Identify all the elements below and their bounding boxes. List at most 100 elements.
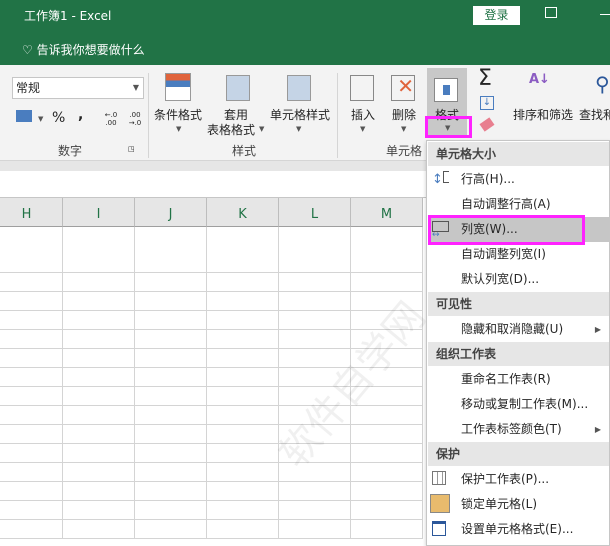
cell[interactable]: [279, 444, 351, 463]
cell[interactable]: [351, 349, 423, 368]
login-button[interactable]: 登录: [473, 6, 520, 25]
cell[interactable]: [0, 520, 63, 539]
cell[interactable]: [135, 368, 207, 387]
cell[interactable]: [351, 425, 423, 444]
cell[interactable]: [207, 330, 279, 349]
cell[interactable]: [63, 330, 135, 349]
cell[interactable]: [0, 406, 63, 425]
percent-button[interactable]: %: [52, 110, 65, 126]
menu-item[interactable]: 保护工作表(P)...: [428, 467, 609, 492]
cell[interactable]: [135, 227, 207, 273]
cell[interactable]: [63, 292, 135, 311]
cell[interactable]: [351, 368, 423, 387]
comma-button[interactable]: ,: [78, 107, 83, 123]
column-header-M[interactable]: M: [351, 198, 423, 227]
cell[interactable]: [279, 406, 351, 425]
cell-styles-button[interactable]: 单元格样式: [270, 106, 330, 123]
cell[interactable]: [63, 311, 135, 330]
find-select-button[interactable]: 查找和: [579, 106, 610, 123]
insert-button[interactable]: 插入: [351, 106, 375, 123]
cell[interactable]: [279, 292, 351, 311]
menu-item[interactable]: 自动调整列宽(I): [428, 242, 609, 267]
cell[interactable]: [279, 520, 351, 539]
currency-icon[interactable]: [16, 110, 32, 122]
cell[interactable]: [135, 501, 207, 520]
cell[interactable]: [63, 349, 135, 368]
minimize-icon[interactable]: [600, 14, 610, 15]
cell[interactable]: [135, 482, 207, 501]
cell[interactable]: [63, 482, 135, 501]
cell[interactable]: [207, 273, 279, 292]
cell[interactable]: [0, 368, 63, 387]
cell[interactable]: [0, 501, 63, 520]
cell[interactable]: [279, 501, 351, 520]
column-header-I[interactable]: I: [63, 198, 135, 227]
cell[interactable]: [135, 406, 207, 425]
cell[interactable]: [135, 311, 207, 330]
cell[interactable]: [0, 273, 63, 292]
cell[interactable]: [207, 387, 279, 406]
ribbon-display-icon[interactable]: [545, 7, 557, 18]
cell[interactable]: [207, 444, 279, 463]
cell[interactable]: [351, 387, 423, 406]
format-as-table-label[interactable]: 表格格式: [207, 121, 255, 138]
column-header-K[interactable]: K: [207, 198, 279, 227]
dialog-launcher-icon[interactable]: ◳: [128, 145, 136, 155]
cell[interactable]: [135, 330, 207, 349]
cell[interactable]: [207, 292, 279, 311]
cell[interactable]: [351, 463, 423, 482]
cell[interactable]: [279, 425, 351, 444]
cell[interactable]: [135, 349, 207, 368]
cell[interactable]: [0, 227, 63, 273]
cell[interactable]: [279, 311, 351, 330]
decrease-decimal-button[interactable]: .00 →.0: [127, 111, 143, 127]
menu-item[interactable]: 隐藏和取消隐藏(U) ▶: [428, 317, 609, 342]
cell[interactable]: [0, 387, 63, 406]
cell[interactable]: [63, 444, 135, 463]
cell[interactable]: [207, 463, 279, 482]
cell[interactable]: [63, 387, 135, 406]
cell[interactable]: [351, 330, 423, 349]
cell[interactable]: [135, 425, 207, 444]
chevron-down-icon[interactable]: ▼: [38, 115, 43, 123]
menu-item[interactable]: 默认列宽(D)...: [428, 267, 609, 292]
cell[interactable]: [135, 520, 207, 539]
cell[interactable]: [279, 482, 351, 501]
cell[interactable]: [279, 330, 351, 349]
cell[interactable]: [351, 482, 423, 501]
menu-item[interactable]: 行高(H)... ↕: [428, 167, 609, 192]
cell[interactable]: [351, 273, 423, 292]
cell[interactable]: [351, 292, 423, 311]
menu-item[interactable]: 重命名工作表(R): [428, 367, 609, 392]
cell[interactable]: [207, 349, 279, 368]
autosum-icon[interactable]: Σ: [478, 66, 492, 91]
cell[interactable]: [351, 227, 423, 273]
cell[interactable]: [0, 292, 63, 311]
cell[interactable]: [207, 368, 279, 387]
menu-item[interactable]: 移动或复制工作表(M)...: [428, 392, 609, 417]
tell-me-search[interactable]: ♡ 告诉我你想要做什么: [22, 41, 145, 58]
cell[interactable]: [279, 227, 351, 273]
cell[interactable]: [63, 463, 135, 482]
cell[interactable]: [279, 368, 351, 387]
cell[interactable]: [0, 349, 63, 368]
cell[interactable]: [135, 273, 207, 292]
cell[interactable]: [351, 501, 423, 520]
cell[interactable]: [279, 273, 351, 292]
number-format-select[interactable]: 常规 ▼: [12, 77, 144, 99]
format-dropdown-highlight[interactable]: ▼: [425, 116, 472, 138]
cell[interactable]: [0, 311, 63, 330]
cell[interactable]: [63, 273, 135, 292]
cell[interactable]: [279, 349, 351, 368]
cell[interactable]: [63, 406, 135, 425]
cell[interactable]: [207, 501, 279, 520]
cell[interactable]: [351, 406, 423, 425]
cell[interactable]: [207, 406, 279, 425]
cell[interactable]: [207, 425, 279, 444]
cell[interactable]: [207, 482, 279, 501]
column-header-L[interactable]: L: [279, 198, 351, 227]
cell[interactable]: [0, 444, 63, 463]
cell[interactable]: [351, 444, 423, 463]
menu-item[interactable]: 自动调整行高(A): [428, 192, 609, 217]
cell[interactable]: [63, 368, 135, 387]
